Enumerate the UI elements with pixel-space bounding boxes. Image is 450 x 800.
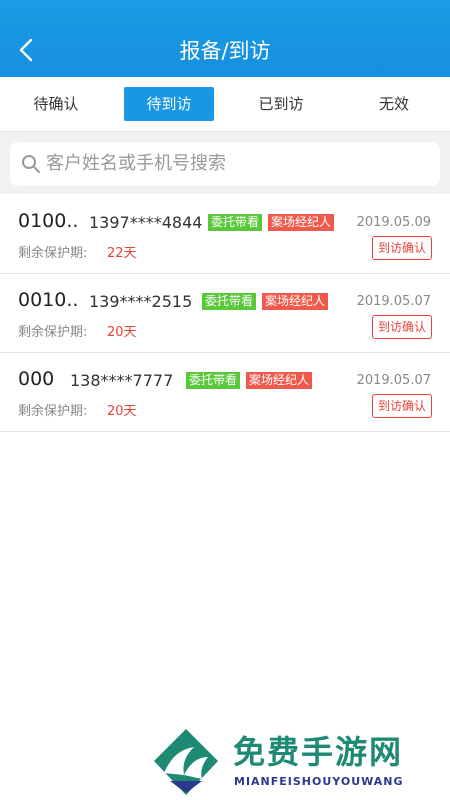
customer-phone: 1397****4844	[89, 213, 203, 232]
protection-value: 20天	[107, 404, 137, 419]
protection-label: 剩余保护期:	[18, 246, 88, 261]
tag-entrusted-viewing: 委托带看	[186, 372, 241, 389]
tag-entrusted-viewing: 委托带看	[208, 214, 263, 231]
tag-site-agent: 案场经纪人	[246, 372, 313, 389]
list-item[interactable]: 0010.. 139****2515 委托带看 案场经纪人 2019.05.07…	[0, 275, 450, 353]
tab-visited[interactable]: 已到访	[236, 87, 326, 121]
search-icon	[22, 155, 40, 173]
record-date: 2019.05.09	[356, 215, 431, 230]
customer-name: 0010..	[18, 289, 79, 311]
watermark-logo-icon	[154, 729, 218, 795]
protection-value: 20天	[107, 325, 137, 340]
search-area: 客户姓名或手机号搜索	[0, 132, 450, 194]
tab-pending-visit[interactable]: 待到访	[124, 87, 214, 121]
visit-confirm-button[interactable]: 到访确认	[372, 315, 432, 339]
protection-label: 剩余保护期:	[18, 404, 88, 419]
visit-confirm-button[interactable]: 到访确认	[372, 236, 432, 260]
record-date: 2019.05.07	[356, 373, 431, 388]
search-placeholder: 客户姓名或手机号搜索	[46, 153, 226, 174]
list-item[interactable]: 000 138****7777 委托带看 案场经纪人 2019.05.07 剩余…	[0, 354, 450, 432]
site-watermark: 免费手游网 MIANFEISHOUYOUWANG	[150, 725, 450, 800]
record-date: 2019.05.07	[356, 294, 431, 309]
protection-value: 22天	[107, 246, 137, 261]
tab-bar: 待确认 待到访 已到访 无效	[0, 77, 450, 132]
customer-phone: 139****2515	[89, 292, 193, 311]
tag-site-agent: 案场经纪人	[268, 214, 335, 231]
tag-site-agent: 案场经纪人	[262, 293, 329, 310]
tag-entrusted-viewing: 委托带看	[202, 293, 257, 310]
search-input[interactable]: 客户姓名或手机号搜索	[10, 142, 440, 186]
list-item[interactable]: 0100.. 1397****4844 委托带看 案场经纪人 2019.05.0…	[0, 196, 450, 274]
app-header: 报备/到访	[0, 0, 450, 77]
page-title: 报备/到访	[179, 39, 271, 63]
watermark-subtitle: MIANFEISHOUYOUWANG	[234, 775, 404, 788]
customer-name: 0100..	[18, 210, 79, 232]
watermark-title: 免费手游网	[233, 733, 404, 771]
protection-label: 剩余保护期:	[18, 325, 88, 340]
customer-phone: 138****7777	[70, 371, 174, 390]
visit-confirm-button[interactable]: 到访确认	[372, 394, 432, 418]
customer-name: 000	[18, 368, 55, 390]
tab-invalid[interactable]: 无效	[350, 87, 438, 121]
tab-pending-confirm[interactable]: 待确认	[12, 87, 100, 121]
